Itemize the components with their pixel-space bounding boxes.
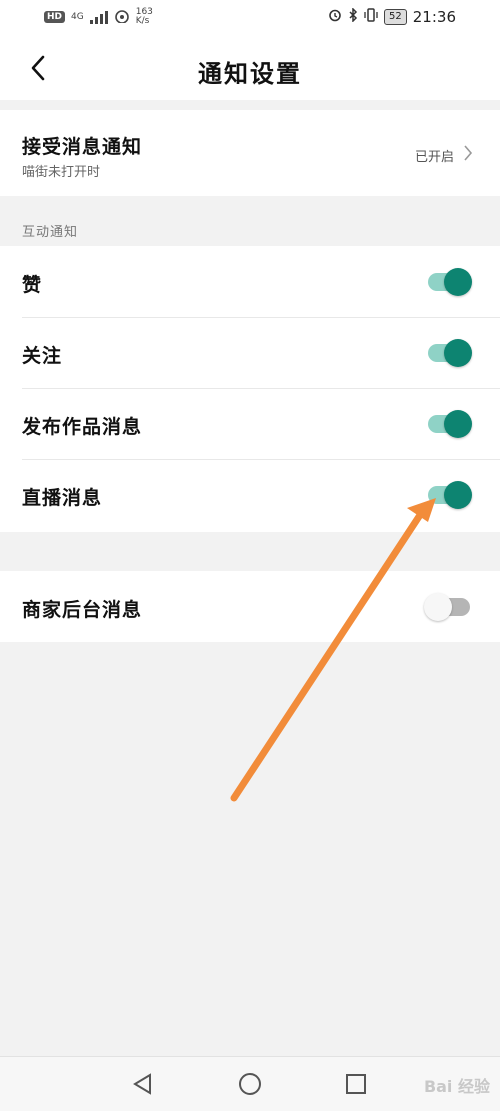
setting-label: 赞 — [22, 274, 43, 296]
wifi-icon — [114, 9, 130, 26]
signal-icon — [89, 10, 108, 24]
nav-home-button[interactable] — [237, 1071, 263, 1097]
status-right: 52 21:36 — [328, 7, 456, 26]
setting-row-like: 赞 — [0, 246, 500, 318]
setting-row-merchant: 商家后台消息 — [0, 571, 500, 643]
recents-square-icon — [346, 1074, 366, 1094]
net-speed: 163 K/s — [136, 8, 153, 26]
setting-row-publish: 发布作品消息 — [0, 388, 500, 460]
setting-row-follow: 关注 — [0, 317, 500, 389]
net-speed-unit: K/s — [135, 16, 150, 26]
section-header-interaction: 互动通知 — [22, 225, 79, 240]
clock: 21:36 — [412, 8, 456, 26]
system-nav-bar: Bai 经验 — [0, 1056, 500, 1111]
back-triangle-icon — [133, 1073, 151, 1095]
toggle-switch-follow[interactable] — [428, 339, 472, 367]
setting-label: 发布作品消息 — [22, 416, 143, 438]
setting-row-live: 直播消息 — [0, 459, 500, 531]
setting-label: 商家后台消息 — [22, 599, 143, 621]
chevron-right-icon — [464, 145, 473, 161]
alarm-icon — [328, 8, 342, 26]
receive-notify-subtitle: 喵街未打开时 — [22, 165, 101, 180]
toggle-switch-like[interactable] — [428, 268, 472, 296]
watermark: Bai 经验 — [423, 1077, 490, 1096]
vibrate-icon — [364, 8, 378, 26]
merchant-card: 商家后台消息 — [0, 571, 500, 642]
nav-back-button[interactable] — [130, 1071, 156, 1097]
setting-label: 关注 — [22, 345, 63, 367]
toggle-switch-publish[interactable] — [428, 410, 472, 438]
setting-label: 直播消息 — [22, 487, 103, 509]
hd-badge: HD — [44, 11, 66, 23]
receive-notify-row[interactable]: 接受消息通知 喵街未打开时 已开启 — [0, 110, 500, 196]
toggle-switch-merchant[interactable] — [424, 593, 472, 621]
interaction-card: 赞 关注 发布作品消息 直播消息 — [0, 246, 500, 532]
battery-icon: 52 — [384, 9, 407, 25]
status-left: HD 4G 163 K/s — [44, 8, 153, 26]
signal-label: 4G — [71, 11, 84, 22]
page-title: 通知设置 — [198, 60, 302, 88]
toggle-switch-live[interactable] — [428, 481, 472, 509]
bluetooth-icon — [348, 7, 358, 26]
receive-notify-title: 接受消息通知 — [22, 136, 143, 158]
home-circle-icon — [239, 1073, 261, 1095]
nav-recents-button[interactable] — [343, 1071, 369, 1097]
status-bar: HD 4G 163 K/s 52 21:36 — [0, 0, 500, 36]
nav-bar: 通知设置 — [0, 36, 500, 100]
receive-notify-status: 已开启 — [414, 150, 454, 165]
